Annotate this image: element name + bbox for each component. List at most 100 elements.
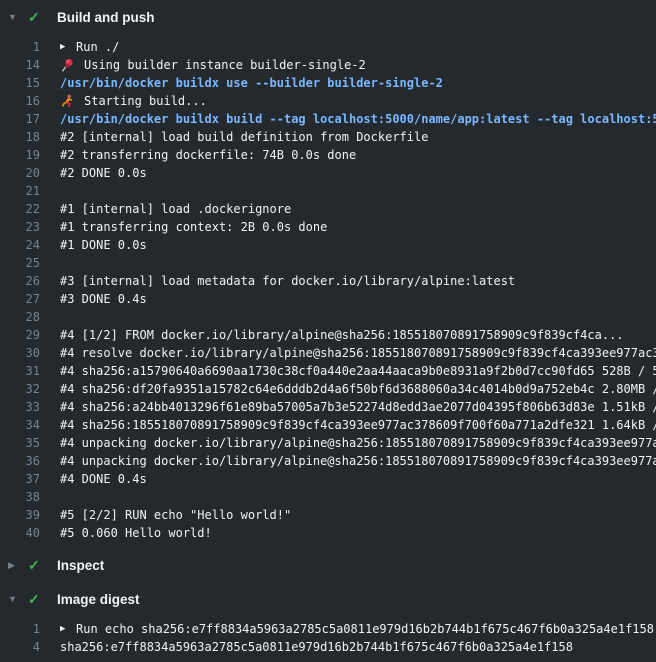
log-text[interactable]: ▶Run ./ bbox=[60, 40, 656, 54]
line-number[interactable]: 21 bbox=[0, 184, 40, 198]
line-number[interactable]: 37 bbox=[0, 472, 40, 486]
log-line: 39 #5 [2/2] RUN echo "Hello world!" bbox=[0, 506, 656, 524]
workflow-log-viewer: ▼✓Build and push1▶Run ./14Using builder … bbox=[0, 0, 656, 662]
log-text-content: #4 sha256:df20fa9351a15782c64e6dddb2d4a6… bbox=[60, 382, 656, 396]
line-number[interactable]: 1 bbox=[0, 40, 40, 54]
log-text-content: /usr/bin/docker buildx use --builder bui… bbox=[60, 76, 443, 90]
check-icon: ✓ bbox=[28, 592, 44, 606]
log-text: Starting build... bbox=[60, 94, 656, 109]
log-text: Using builder instance builder-single-2 bbox=[60, 58, 656, 73]
line-number[interactable]: 26 bbox=[0, 274, 40, 288]
log-line: 18 #2 [internal] load build definition fr… bbox=[0, 128, 656, 146]
log-text: #5 [2/2] RUN echo "Hello world!" bbox=[60, 508, 656, 522]
log-line: 1 ▶ Run echo sha256:e7ff8834a5963a2785c5a0… bbox=[0, 620, 656, 638]
log-text-content: #1 DONE 0.0s bbox=[60, 238, 147, 252]
log-line: 23 #1 transferring context: 2B 0.0s done bbox=[0, 218, 656, 236]
line-number[interactable]: 24 bbox=[0, 238, 40, 252]
play-icon[interactable]: ▶ bbox=[60, 43, 70, 52]
log-text: #2 transferring dockerfile: 74B 0.0s don… bbox=[60, 148, 656, 162]
line-number[interactable]: 20 bbox=[0, 166, 40, 180]
log-command-text: /usr/bin/docker buildx build --tag local… bbox=[60, 112, 656, 126]
line-number[interactable]: 23 bbox=[0, 220, 40, 234]
log-text-content: #5 [2/2] RUN echo "Hello world!" bbox=[60, 508, 291, 522]
log-text-content: #4 unpacking docker.io/library/alpine@sh… bbox=[60, 454, 656, 468]
section-header-image-digest[interactable]: ▼✓Image digest bbox=[0, 582, 656, 616]
log-text: #2 [internal] load build definition from… bbox=[60, 130, 656, 144]
log-line: 19 #2 transferring dockerfile: 74B 0.0s d… bbox=[0, 146, 656, 164]
log-text: #3 DONE 0.4s bbox=[60, 292, 656, 306]
log-text: #5 0.060 Hello world! bbox=[60, 526, 656, 540]
log-text-content: #3 DONE 0.4s bbox=[60, 292, 147, 306]
runner-icon bbox=[60, 94, 77, 109]
log-text: #4 DONE 0.4s bbox=[60, 472, 656, 486]
log-text-content: #4 sha256:a15790640a6690aa1730c38cf0a440… bbox=[60, 364, 656, 378]
chevron-down-icon[interactable]: ▼ bbox=[8, 595, 22, 604]
log-text-content: Using builder instance builder-single-2 bbox=[84, 58, 366, 72]
log-line: 24 #1 DONE 0.0s bbox=[0, 236, 656, 254]
line-number[interactable]: 32 bbox=[0, 382, 40, 396]
log-text: #4 resolve docker.io/library/alpine@sha2… bbox=[60, 346, 656, 360]
line-number[interactable]: 40 bbox=[0, 526, 40, 540]
log-line: 37 #4 DONE 0.4s bbox=[0, 470, 656, 488]
line-number[interactable]: 28 bbox=[0, 310, 40, 324]
line-number[interactable]: 31 bbox=[0, 364, 40, 378]
log-text-content: #2 [internal] load build definition from… bbox=[60, 130, 428, 144]
line-number[interactable]: 30 bbox=[0, 346, 40, 360]
line-number[interactable]: 22 bbox=[0, 202, 40, 216]
check-icon: ✓ bbox=[28, 10, 44, 24]
section-log-build-and-push: 1 ▶Run ./ 14 Using builder instance builder… bbox=[0, 34, 656, 548]
section-header-inspect[interactable]: ▶ ✓ Inspect bbox=[0, 548, 656, 582]
line-number[interactable]: 1 bbox=[0, 622, 40, 636]
log-line: 31 #4 sha256:a15790640a6690aa1730c38cf0a4… bbox=[0, 362, 656, 380]
line-number[interactable]: 39 bbox=[0, 508, 40, 522]
log-text: #1 transferring context: 2B 0.0s done bbox=[60, 220, 656, 234]
log-text-content: #4 sha256:a24bb4013296f61e89ba57005a7b3e… bbox=[60, 400, 656, 414]
line-number[interactable]: 14 bbox=[0, 58, 40, 72]
line-number[interactable]: 35 bbox=[0, 436, 40, 450]
section-header-build-and-push[interactable]: ▼✓Build and push bbox=[0, 0, 656, 34]
line-number[interactable]: 17 bbox=[0, 112, 40, 126]
log-text: #4 unpacking docker.io/library/alpine@sh… bbox=[60, 454, 656, 468]
log-text-content: #4 resolve docker.io/library/alpine@sha2… bbox=[60, 346, 656, 360]
log-text-content: #1 [internal] load .dockerignore bbox=[60, 202, 291, 216]
log-text-content: #2 DONE 0.0s bbox=[60, 166, 147, 180]
chevron-down-icon[interactable]: ▼ bbox=[8, 13, 22, 22]
line-number[interactable]: 15 bbox=[0, 76, 40, 90]
log-text-content: /usr/bin/docker buildx build --tag local… bbox=[60, 112, 656, 126]
log-line: 4 sha256:e7ff8834a5963a2785c5a0811e979d16… bbox=[0, 638, 656, 656]
line-number[interactable]: 25 bbox=[0, 256, 40, 270]
line-number[interactable]: 36 bbox=[0, 454, 40, 468]
line-number[interactable]: 33 bbox=[0, 400, 40, 414]
log-line: 1 ▶Run ./ bbox=[0, 38, 656, 56]
section-log-image-digest: 1 ▶ Run echo sha256:e7ff8834a5963a2785c5a0… bbox=[0, 616, 656, 662]
line-number[interactable]: 16 bbox=[0, 94, 40, 108]
log-text-content: #1 transferring context: 2B 0.0s done bbox=[60, 220, 327, 234]
log-line: 40 #5 0.060 Hello world! bbox=[0, 524, 656, 542]
log-text[interactable]: ▶ Run echo sha256:e7ff8834a5963a2785c5a08… bbox=[60, 622, 656, 636]
line-number[interactable]: 4 bbox=[0, 640, 40, 654]
log-line: 14 Using builder instance builder-single-… bbox=[0, 56, 656, 74]
log-text: sha256:e7ff8834a5963a2785c5a0811e979d16b… bbox=[60, 640, 656, 654]
pushpin-icon bbox=[60, 58, 77, 73]
log-line: 17/usr/bin/docker buildx build --tag loc… bbox=[0, 110, 656, 128]
log-line: 35#4 unpacking docker.io/library/alpine@… bbox=[0, 434, 656, 452]
log-line: 28 bbox=[0, 308, 656, 326]
line-number[interactable]: 38 bbox=[0, 490, 40, 504]
log-line: 32 #4 sha256:df20fa9351a15782c64e6dddb2d4… bbox=[0, 380, 656, 398]
log-line: 33 #4 sha256:a24bb4013296f61e89ba57005a7b… bbox=[0, 398, 656, 416]
log-text: #4 sha256:185518070891758909c9f839cf4ca3… bbox=[60, 418, 656, 432]
section-title: Inspect bbox=[57, 558, 104, 573]
check-icon: ✓ bbox=[28, 558, 44, 572]
line-number[interactable]: 19 bbox=[0, 148, 40, 162]
line-number[interactable]: 29 bbox=[0, 328, 40, 342]
log-text-content: #4 [1/2] FROM docker.io/library/alpine@s… bbox=[60, 328, 624, 342]
log-text-content: #4 DONE 0.4s bbox=[60, 472, 147, 486]
log-line: 38 bbox=[0, 488, 656, 506]
line-number[interactable]: 34 bbox=[0, 418, 40, 432]
log-text-content: Run echo sha256:e7ff8834a5963a2785c5a081… bbox=[76, 622, 654, 636]
chevron-right-icon[interactable]: ▶ bbox=[8, 561, 22, 570]
log-text-content: sha256:e7ff8834a5963a2785c5a0811e979d16b… bbox=[60, 640, 573, 654]
line-number[interactable]: 27 bbox=[0, 292, 40, 306]
line-number[interactable]: 18 bbox=[0, 130, 40, 144]
play-icon[interactable]: ▶ bbox=[60, 625, 70, 634]
